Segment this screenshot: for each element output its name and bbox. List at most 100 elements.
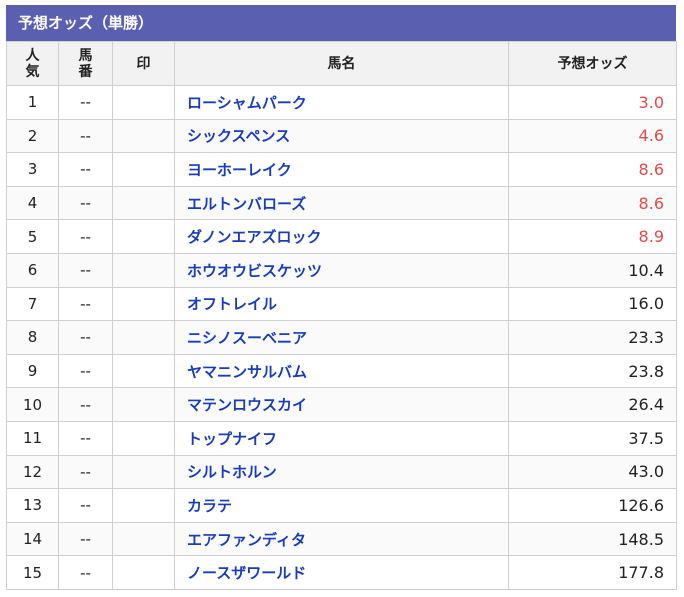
horse-number: -- — [58, 252, 113, 288]
mark-cell[interactable] — [112, 353, 175, 389]
horse-name-link[interactable]: エルトンバローズ — [174, 185, 509, 221]
horse-name-link[interactable]: ヤマニンサルバム — [174, 353, 509, 389]
predicted-odds: 8.6 — [508, 185, 677, 221]
horse-number: -- — [58, 488, 113, 523]
predicted-odds: 126.6 — [508, 488, 677, 523]
horse-number: -- — [58, 320, 113, 355]
horse-name-link[interactable]: ノースザワールド — [174, 555, 509, 590]
mark-cell[interactable] — [112, 219, 175, 254]
popularity-rank: 13 — [6, 488, 59, 523]
horse-name-link[interactable]: シックスペンス — [174, 118, 509, 154]
horse-name-link[interactable]: シルトホルン — [174, 454, 509, 490]
popularity-rank: 1 — [6, 85, 59, 120]
horse-name-link[interactable]: マテンロウスカイ — [174, 387, 509, 422]
horse-name-link[interactable]: オフトレイル — [174, 286, 509, 322]
table-row[interactable]: 7 -- オフトレイル 16.0 — [6, 286, 677, 322]
predicted-odds: 4.6 — [508, 118, 677, 154]
header-rank-line2: 気 — [25, 63, 40, 80]
mark-cell[interactable] — [112, 521, 175, 557]
table-row[interactable]: 12 -- シルトホルン 43.0 — [6, 454, 677, 490]
predicted-odds: 23.8 — [508, 353, 677, 389]
header-number-line2: 番 — [78, 63, 93, 80]
horse-name-link[interactable]: ホウオウビスケッツ — [174, 252, 509, 288]
horse-number: -- — [58, 353, 113, 389]
horse-name-link[interactable]: ダノンエアズロック — [174, 219, 509, 254]
predicted-odds: 3.0 — [508, 85, 677, 120]
mark-cell[interactable] — [112, 286, 175, 322]
horse-name-link[interactable]: トップナイフ — [174, 420, 509, 456]
table-row[interactable]: 11 -- トップナイフ 37.5 — [6, 420, 677, 456]
predicted-odds: 26.4 — [508, 387, 677, 422]
popularity-rank: 4 — [6, 185, 59, 221]
table-row[interactable]: 13 -- カラテ 126.6 — [6, 488, 677, 523]
horse-number: -- — [58, 286, 113, 322]
mark-cell[interactable] — [112, 488, 175, 523]
predicted-odds: 8.9 — [508, 219, 677, 254]
horse-name-link[interactable]: エアファンディタ — [174, 521, 509, 557]
horse-number: -- — [58, 420, 113, 456]
popularity-rank: 9 — [6, 353, 59, 389]
table-row[interactable]: 8 -- ニシノスーベニア 23.3 — [6, 320, 677, 355]
horse-name-link[interactable]: ローシャムパーク — [174, 85, 509, 120]
popularity-rank: 12 — [6, 454, 59, 490]
predicted-odds: 177.8 — [508, 555, 677, 590]
predicted-odds: 10.4 — [508, 252, 677, 288]
mark-cell[interactable] — [112, 320, 175, 355]
header-rank-line1: 人 — [25, 47, 40, 64]
predicted-odds: 43.0 — [508, 454, 677, 490]
horse-number: -- — [58, 555, 113, 590]
popularity-rank: 2 — [6, 118, 59, 154]
horse-number: -- — [58, 118, 113, 154]
mark-cell[interactable] — [112, 454, 175, 490]
popularity-rank: 10 — [6, 387, 59, 422]
mark-cell[interactable] — [112, 252, 175, 288]
horse-number: -- — [58, 219, 113, 254]
table-row[interactable]: 10 -- マテンロウスカイ 26.4 — [6, 387, 677, 422]
panel-title: 予想オッズ（単勝） — [6, 5, 676, 41]
header-horse-name: 馬名 — [174, 41, 509, 86]
table-header-row: 人 気 馬 番 印 馬名 予想オッズ — [6, 41, 677, 86]
odds-table: 人 気 馬 番 印 馬名 予想オッズ 1 -- ローシャムパーク 3.0 2 -- シックス… — [6, 41, 677, 590]
table-row[interactable]: 6 -- ホウオウビスケッツ 10.4 — [6, 252, 677, 288]
popularity-rank: 6 — [6, 252, 59, 288]
mark-cell[interactable] — [112, 118, 175, 154]
popularity-rank: 7 — [6, 286, 59, 322]
horse-number: -- — [58, 521, 113, 557]
header-rank: 人 気 — [6, 41, 59, 86]
horse-number: -- — [58, 387, 113, 422]
table-row[interactable]: 9 -- ヤマニンサルバム 23.8 — [6, 353, 677, 389]
popularity-rank: 3 — [6, 152, 59, 187]
popularity-rank: 14 — [6, 521, 59, 557]
table-row[interactable]: 3 -- ヨーホーレイク 8.6 — [6, 152, 677, 187]
horse-name-link[interactable]: ヨーホーレイク — [174, 152, 509, 187]
header-odds: 予想オッズ — [508, 41, 677, 86]
table-row[interactable]: 5 -- ダノンエアズロック 8.9 — [6, 219, 677, 254]
horse-number: -- — [58, 85, 113, 120]
horse-number: -- — [58, 454, 113, 490]
table-row[interactable]: 4 -- エルトンバローズ 8.6 — [6, 185, 677, 221]
table-row[interactable]: 14 -- エアファンディタ 148.5 — [6, 521, 677, 557]
horse-name-link[interactable]: ニシノスーベニア — [174, 320, 509, 355]
popularity-rank: 8 — [6, 320, 59, 355]
mark-cell[interactable] — [112, 420, 175, 456]
mark-cell[interactable] — [112, 85, 175, 120]
header-number-line1: 馬 — [78, 47, 93, 64]
horse-name-link[interactable]: カラテ — [174, 488, 509, 523]
popularity-rank: 15 — [6, 555, 59, 590]
predicted-odds: 148.5 — [508, 521, 677, 557]
mark-cell[interactable] — [112, 387, 175, 422]
horse-number: -- — [58, 152, 113, 187]
mark-cell[interactable] — [112, 152, 175, 187]
table-row[interactable]: 1 -- ローシャムパーク 3.0 — [6, 85, 677, 120]
table-row[interactable]: 15 -- ノースザワールド 177.8 — [6, 555, 677, 590]
header-mark: 印 — [112, 41, 175, 86]
predicted-odds: 16.0 — [508, 286, 677, 322]
mark-cell[interactable] — [112, 185, 175, 221]
popularity-rank: 11 — [6, 420, 59, 456]
predicted-odds: 8.6 — [508, 152, 677, 187]
table-row[interactable]: 2 -- シックスペンス 4.6 — [6, 118, 677, 154]
horse-number: -- — [58, 185, 113, 221]
mark-cell[interactable] — [112, 555, 175, 590]
predicted-odds: 37.5 — [508, 420, 677, 456]
predicted-odds: 23.3 — [508, 320, 677, 355]
